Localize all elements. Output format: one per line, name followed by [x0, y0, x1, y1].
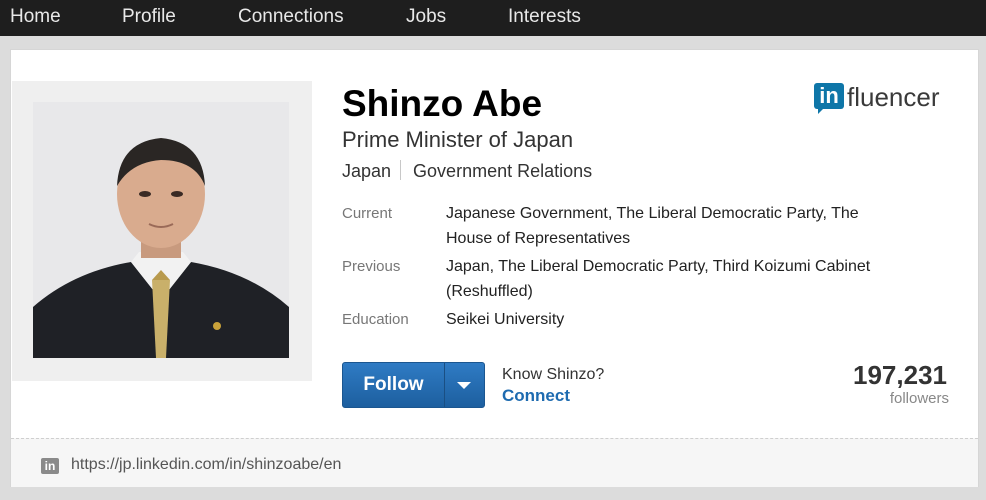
connect-link[interactable]: Connect: [502, 386, 570, 406]
influencer-in-icon: in: [814, 83, 844, 109]
profile-location[interactable]: Japan: [342, 161, 391, 181]
nav-connections[interactable]: Connections: [238, 6, 344, 28]
current-label: Current: [342, 205, 393, 222]
profile-url-footer: in https://jp.linkedin.com/in/shinzoabe/…: [11, 438, 978, 487]
profile-photo-frame: [12, 81, 312, 381]
separator: [400, 160, 402, 180]
influencer-word: fluencer: [847, 82, 940, 112]
follow-button[interactable]: Follow: [342, 362, 485, 408]
public-profile-url[interactable]: https://jp.linkedin.com/in/shinzoabe/en: [71, 456, 341, 474]
follow-button-label[interactable]: Follow: [343, 363, 444, 407]
profile-industry[interactable]: Government Relations: [413, 161, 592, 181]
follow-button-divider: [444, 363, 445, 407]
nav-profile[interactable]: Profile: [122, 6, 176, 28]
location-industry-row: Japan Government Relations: [342, 160, 592, 182]
previous-value-line[interactable]: Japan, The Liberal Democratic Party, Thi…: [446, 254, 936, 279]
current-value-line[interactable]: Japanese Government, The Liberal Democra…: [446, 201, 936, 226]
profile-card: Shinzo Abe Prime Minister of Japan Japan…: [10, 49, 979, 487]
education-label: Education: [342, 311, 409, 328]
top-navigation-bar: Home Profile Connections Jobs Interests: [0, 0, 986, 36]
current-value-line[interactable]: House of Representatives: [446, 226, 936, 251]
influencer-bubble-tail: [818, 108, 824, 114]
previous-value: Japan, The Liberal Democratic Party, Thi…: [446, 254, 936, 304]
chevron-down-icon[interactable]: [457, 382, 471, 389]
previous-label: Previous: [342, 258, 401, 275]
nav-home[interactable]: Home: [10, 6, 61, 28]
nav-interests[interactable]: Interests: [508, 6, 581, 28]
current-value: Japanese Government, The Liberal Democra…: [446, 201, 936, 251]
know-prompt: Know Shinzo?: [502, 366, 605, 383]
previous-value-line[interactable]: (Reshuffled): [446, 279, 936, 304]
profile-name: Shinzo Abe: [342, 83, 543, 124]
profile-headline: Prime Minister of Japan: [342, 127, 574, 152]
linkedin-icon: in: [41, 458, 59, 474]
followers-count: 197,231: [853, 360, 947, 390]
education-value: Seikei University: [446, 307, 936, 332]
profile-photo: [33, 102, 289, 358]
education-value-line[interactable]: Seikei University: [446, 307, 936, 332]
followers-label: followers: [889, 390, 949, 407]
nav-jobs[interactable]: Jobs: [406, 6, 446, 28]
